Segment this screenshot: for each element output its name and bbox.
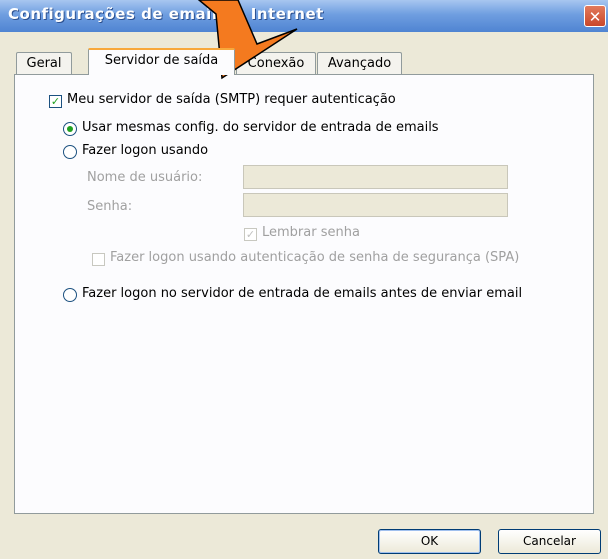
annotation-arrow-icon xyxy=(197,0,298,80)
dialog-window: Configurações de email da Internet ✕ Ger… xyxy=(0,0,608,559)
tab-servidor-de-saida[interactable]: Servidor de saída xyxy=(88,48,235,75)
